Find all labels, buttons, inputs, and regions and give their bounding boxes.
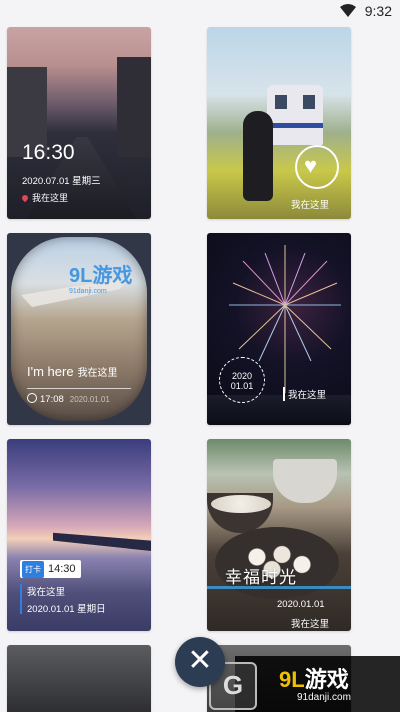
wifi-icon xyxy=(340,4,356,17)
headline-cn: 我在这里 xyxy=(77,368,118,379)
card-time: 17:08 2020.01.01 xyxy=(27,393,110,405)
card-caption: 我在这里 xyxy=(291,200,330,211)
site-watermark-overlay: G 9L游戏 91danji.com xyxy=(209,656,400,712)
location-label: 我在这里 xyxy=(32,193,69,203)
template-card-train[interactable]: ♥ 我在这里 xyxy=(207,27,351,219)
logo-text: 游戏 xyxy=(304,667,349,692)
checkin-tag: 打卡 14:30 xyxy=(20,560,81,578)
accent-bar xyxy=(20,584,22,614)
close-button[interactable]: ✕ xyxy=(175,637,225,687)
card-clock: 16:30 xyxy=(22,141,75,164)
stamp-date: 01.01 xyxy=(230,381,254,391)
clock-icon xyxy=(27,393,37,403)
checkin-time: 14:30 xyxy=(48,563,76,575)
template-card-city[interactable]: 16:30 2020.07.01 星期三 我在这里 xyxy=(7,27,151,219)
card-caption: 我在这里 xyxy=(283,387,326,401)
location-pin-icon xyxy=(20,193,30,203)
train-window xyxy=(303,95,315,109)
checkin-badge: 打卡 xyxy=(22,560,44,578)
city-skyline xyxy=(207,395,351,425)
watermark-logo: 9L游戏 xyxy=(279,662,349,694)
date-label: 2020.01.01 xyxy=(69,395,110,404)
watermark-logo: 9L游戏 xyxy=(69,265,133,287)
card-date: 2020.07.01 星期三 xyxy=(22,176,101,187)
template-card-partial[interactable] xyxy=(7,645,151,712)
bowl-contents xyxy=(211,495,271,513)
train-shape xyxy=(267,85,323,145)
watermark-url: 91danji.com xyxy=(69,288,107,295)
status-bar: 9:32 xyxy=(0,0,400,24)
building-shape xyxy=(117,57,151,157)
card-location: 我在这里 xyxy=(20,191,69,204)
card-date: 2020.01.01 xyxy=(277,599,325,610)
divider xyxy=(27,388,131,389)
stamp-year: 2020 xyxy=(231,371,253,381)
card-background xyxy=(7,645,151,712)
time-label: 17:08 xyxy=(40,394,64,405)
card-headline: I'm here 我在这里 xyxy=(27,364,118,379)
card-location: 我在这里 xyxy=(27,587,66,598)
template-card-food[interactable]: 幸福时光 2020.01.01 我在这里 xyxy=(207,439,351,631)
status-time: 9:32 xyxy=(364,3,392,19)
headline-en: I'm here xyxy=(27,364,74,379)
card-date: 2020.01.01 星期日 xyxy=(27,604,106,615)
logo-prefix: 9L xyxy=(279,667,305,692)
card-title: 幸福时光 xyxy=(225,568,297,587)
template-card-fireworks[interactable]: 2020 01.01 我在这里 xyxy=(207,233,351,425)
watermark-url: 91danji.com xyxy=(297,692,351,703)
template-card-airplane-window[interactable]: 9L游戏 91danji.com I'm here 我在这里 17:08 2020.… xyxy=(7,233,151,425)
close-icon: ✕ xyxy=(187,644,213,677)
card-location: 我在这里 xyxy=(291,619,330,630)
date-stamp: 2020 01.01 xyxy=(219,357,265,403)
train-stripe xyxy=(267,123,323,128)
heart-icon: ♥ xyxy=(304,153,318,178)
site-watermark: 9L游戏 91danji.com xyxy=(69,259,132,295)
person-shape xyxy=(243,111,273,201)
train-window xyxy=(275,95,287,109)
template-card-sunset[interactable]: 打卡 14:30 我在这里 2020.01.01 星期日 xyxy=(7,439,151,631)
